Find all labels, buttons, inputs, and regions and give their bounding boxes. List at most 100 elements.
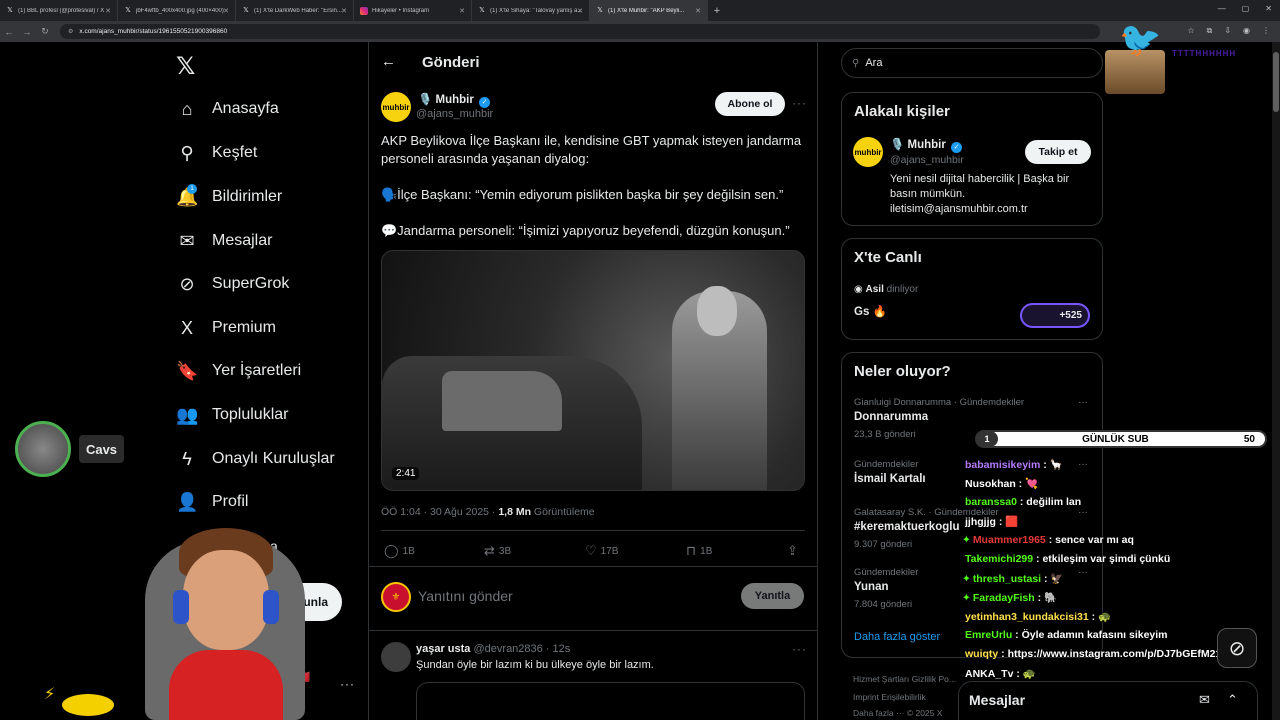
like-action[interactable]: ♡ 17B (585, 543, 618, 559)
tab-label: (1) X'te DarkWeb Haber: "Ersin... (254, 7, 342, 14)
extensions-icon[interactable]: ⧉ (1207, 26, 1213, 36)
site-info-icon[interactable]: ⚙ (68, 28, 73, 35)
chat-username: ANKA_Tv (965, 668, 1014, 680)
repost-action[interactable]: ⇄ 3B (484, 543, 511, 559)
footer-links-2[interactable]: Imprint Erişilebilirlik (853, 692, 926, 702)
trend-more-icon[interactable]: ··· (1078, 459, 1088, 470)
maximize-icon[interactable]: ▢ (1242, 4, 1250, 13)
browser-tab[interactable]: 𝕏 (1) X'te Muhbir: "AKP Beyli... ✕ (590, 0, 708, 21)
page-scrollbar[interactable] (1272, 42, 1280, 720)
footer-links-3[interactable]: Daha fazla ··· © 2025 X (853, 708, 942, 718)
follow-button[interactable]: Takip et (1025, 140, 1091, 164)
related-people-panel: Alakalı kişiler muhbir 🎙️ Muhbir ✓ @ajan… (841, 92, 1103, 226)
bookmark-action[interactable]: ⊓ 1B (686, 543, 712, 559)
nav-item-0[interactable]: ⌂ Anasayfa (176, 97, 279, 121)
related-avatar[interactable]: muhbir (853, 137, 883, 167)
avatar-shirt (169, 650, 283, 720)
tweet-video[interactable] (381, 250, 805, 491)
browser-tab[interactable]: 𝕏 (1) BBL profesl (@profesival) / X ✕ (0, 0, 118, 21)
tab-close-icon[interactable]: ✕ (105, 7, 111, 15)
new-tab-icon[interactable]: + (708, 5, 726, 17)
footer-links-1[interactable]: Hizmet Şartları Gizlilik Po... (853, 674, 956, 684)
author-avatar[interactable]: muhbir (381, 92, 411, 122)
tab-close-icon[interactable]: ✕ (341, 7, 347, 15)
comment-header: yaşar usta @devran2836 · 12s (416, 643, 570, 655)
browser-tab[interactable]: Hikayeler • Instagram ✕ (354, 0, 472, 21)
trend-more-icon[interactable]: ··· (1078, 397, 1088, 408)
nav-item-8[interactable]: ϟ Onaylı Kuruluşlar (176, 447, 334, 471)
trend-name[interactable]: #keremaktuerkoglu (854, 521, 959, 533)
back-icon[interactable]: ← (0, 27, 18, 37)
nav-item-7[interactable]: 👥 Topluluklar (176, 403, 288, 427)
live-listeners[interactable]: +525 (1020, 303, 1090, 328)
current-user-avatar[interactable]: ⚜ (381, 582, 411, 612)
nav-item-3[interactable]: ✉ Mesajlar (176, 229, 272, 253)
tab-close-icon[interactable]: ✕ (223, 7, 229, 15)
tab-close-icon[interactable]: ✕ (695, 7, 701, 15)
show-more-link[interactable]: Daha fazla göster (854, 631, 940, 643)
more-options-icon[interactable]: ··· (792, 96, 807, 110)
trend-category: Gündemdekiler (854, 567, 919, 578)
tweet-text-line-2: 🗣️İlçe Başkanı: “Yemin ediyorum pislikte… (381, 187, 784, 202)
grok-overlay-icon[interactable]: ⊘ (1217, 628, 1257, 668)
menu-icon[interactable]: ⋮ (1262, 26, 1270, 36)
tab-close-icon[interactable]: ✕ (459, 7, 465, 15)
live-host[interactable]: ◉ Asil dinliyor (854, 284, 918, 295)
x-icon: 𝕏 (125, 6, 131, 14)
address-bar[interactable]: ⚙ x.com/ajans_muhbir/status/196155052190… (60, 24, 1100, 39)
browser-tabbar: 𝕏 (1) BBL profesl (@profesival) / X ✕ 𝕏jbF4… (0, 0, 1280, 21)
forward-icon[interactable]: → (18, 27, 36, 37)
scrollbar-thumb[interactable] (1273, 52, 1279, 112)
trend-name[interactable]: Donnarumma (854, 411, 928, 423)
browser-tab[interactable]: 𝕏jbF4wftb_400x400.jpg (400×400) ✕ (118, 0, 236, 21)
bookmark-star-icon[interactable]: ☆ (1187, 26, 1194, 36)
nav-item-9[interactable]: 👤 Profil (176, 490, 248, 514)
subscribe-button[interactable]: Abone ol (715, 92, 785, 116)
reply-input[interactable]: Yanıtını gönder (418, 588, 513, 604)
video-car-window (442, 371, 562, 431)
tab-close-icon[interactable]: ✕ (577, 7, 583, 15)
live-space-title[interactable]: Gs 🔥 (854, 304, 887, 318)
nav-item-6[interactable]: 🔖 Yer İşaretleri (176, 359, 301, 383)
nav-item-label: Anasayfa (212, 100, 279, 117)
author-name[interactable]: 🎙️ Muhbir ✓ (418, 92, 491, 108)
nav-item-1[interactable]: ⚲ Keşfet (176, 141, 257, 165)
bookmark-icon: ⊓ (686, 543, 697, 558)
comment-avatar[interactable] (381, 642, 411, 672)
trend-more-icon[interactable]: ··· (1078, 567, 1088, 578)
messages-dock[interactable]: Mesajlar ✉ ⌃ (958, 681, 1258, 720)
search-input[interactable]: ⚲ Ara (841, 48, 1103, 78)
comment-author[interactable]: yaşar usta (416, 643, 470, 655)
related-name[interactable]: 🎙️ Muhbir ✓ (890, 137, 963, 153)
trend-count: 9.307 gönderi (854, 539, 913, 550)
minimize-icon[interactable]: — (1218, 4, 1226, 13)
browser-tab[interactable]: 𝕏 (1) X'te DarkWeb Haber: "Ersin... ✕ (236, 0, 354, 21)
post-timestamp[interactable]: ÖÖ 1:04 · 30 Ağu 2025 · (381, 506, 498, 518)
account-more-icon[interactable]: ··· (340, 677, 355, 691)
reply-button[interactable]: Yanıtla (741, 583, 804, 609)
comment-more-icon[interactable]: ··· (792, 642, 807, 656)
close-window-icon[interactable]: ✕ (1265, 4, 1272, 13)
reply-action[interactable]: ◯ 1B (384, 543, 415, 559)
chat-username: EmreUrlu (965, 629, 1013, 641)
reload-icon[interactable]: ↻ (36, 26, 54, 37)
trend-name[interactable]: İsmail Kartalı (854, 473, 926, 485)
trend-name[interactable]: Yunan (854, 581, 889, 593)
download-icon[interactable]: ⇩ (1224, 26, 1231, 36)
nav-item-4[interactable]: ⊘ SuperGrok (176, 272, 289, 296)
comment-handle[interactable]: @devran2836 · 12s (474, 643, 571, 655)
comment-media[interactable] (416, 682, 805, 720)
profile-icon[interactable]: ◉ (1243, 26, 1250, 36)
x-logo-icon[interactable]: 𝕏 (176, 52, 195, 81)
expand-icon[interactable]: ⌃ (1227, 692, 1238, 708)
chat-text: : 🐢 (1088, 611, 1112, 623)
back-arrow-icon[interactable]: ← (381, 53, 396, 70)
trend-more-icon[interactable]: ··· (1078, 507, 1088, 518)
browser-tab[interactable]: 𝕏 (1) X'te Sihaya: "Talovay yanlış a... ✕ (472, 0, 590, 21)
new-message-icon[interactable]: ✉ (1199, 692, 1210, 708)
related-handle[interactable]: @ajans_muhbir (890, 154, 964, 166)
author-handle[interactable]: @ajans_muhbir (416, 108, 493, 120)
nav-item-5[interactable]: X Premium (176, 316, 276, 340)
chat-username: baranssa0 (965, 496, 1017, 508)
share-action[interactable]: ⇪ (787, 543, 802, 559)
